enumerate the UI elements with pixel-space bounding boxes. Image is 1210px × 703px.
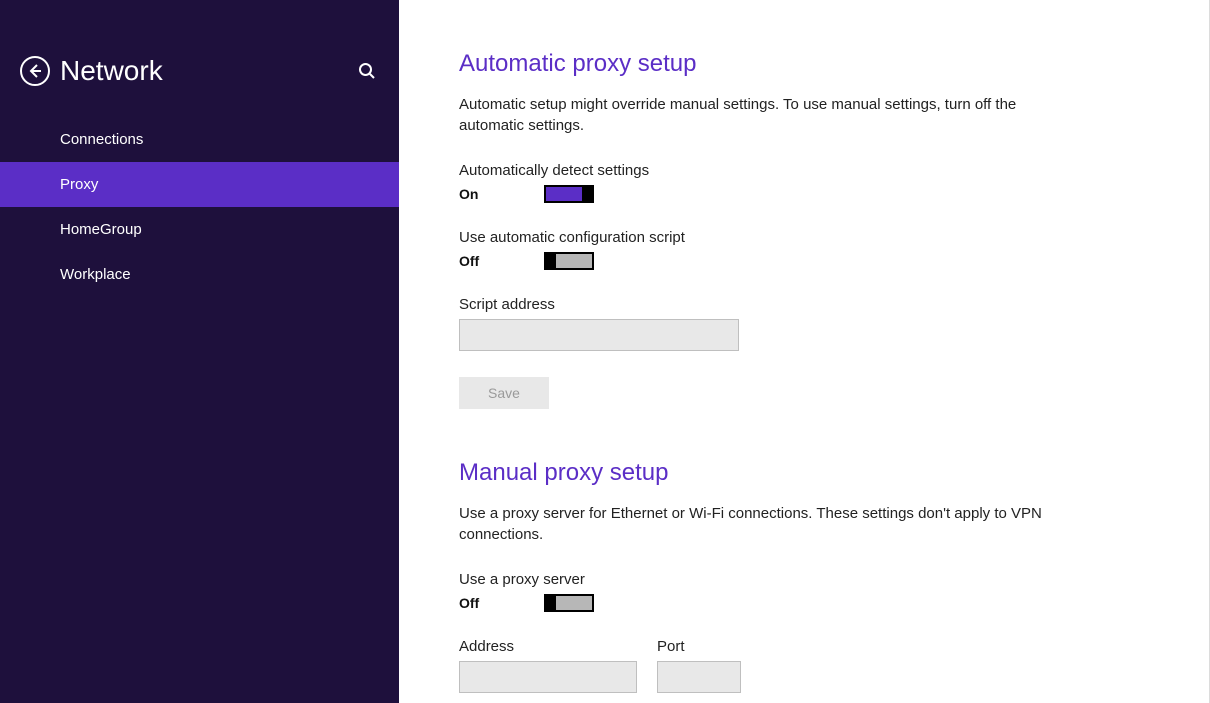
content-area: Automatic proxy setup Automatic setup mi… xyxy=(399,0,1210,703)
back-button[interactable] xyxy=(20,56,50,86)
section-title-automatic: Automatic proxy setup xyxy=(459,50,1149,78)
save-row: Save xyxy=(459,377,1149,409)
search-button[interactable] xyxy=(355,59,379,83)
toggle-knob xyxy=(544,594,556,612)
sidebar-item-workplace[interactable]: Workplace xyxy=(0,252,399,297)
sidebar-item-connections[interactable]: Connections xyxy=(0,117,399,162)
toggle-state-auto-script: Off xyxy=(459,253,544,269)
toggle-row-use-proxy: Off xyxy=(459,594,1149,612)
toggle-knob xyxy=(544,252,556,270)
toggle-use-proxy[interactable] xyxy=(544,594,594,612)
label-script-address: Script address xyxy=(459,296,1149,313)
label-address: Address xyxy=(459,638,637,655)
sidebar-item-homegroup[interactable]: HomeGroup xyxy=(0,207,399,252)
label-use-proxy: Use a proxy server xyxy=(459,571,1149,588)
label-auto-detect: Automatically detect settings xyxy=(459,162,1149,179)
sidebar-item-proxy[interactable]: Proxy xyxy=(0,162,399,207)
arrow-left-icon xyxy=(27,63,43,79)
field-port: Port xyxy=(657,638,741,693)
toggle-row-auto-detect: On xyxy=(459,185,1149,203)
toggle-auto-script[interactable] xyxy=(544,252,594,270)
toggle-auto-detect[interactable] xyxy=(544,185,594,203)
toggle-state-auto-detect: On xyxy=(459,186,544,202)
port-input[interactable] xyxy=(657,661,741,693)
field-use-proxy: Use a proxy server Off xyxy=(459,571,1149,612)
script-address-input[interactable] xyxy=(459,319,739,351)
section-desc-automatic: Automatic setup might override manual se… xyxy=(459,94,1069,136)
address-port-row: Address Port xyxy=(459,638,1149,693)
address-input[interactable] xyxy=(459,661,637,693)
label-port: Port xyxy=(657,638,741,655)
section-title-manual: Manual proxy setup xyxy=(459,459,1149,487)
field-script-address: Script address xyxy=(459,296,1149,351)
sidebar: Network Connections Proxy HomeGroup Work… xyxy=(0,0,399,703)
field-auto-detect: Automatically detect settings On xyxy=(459,162,1149,203)
section-desc-manual: Use a proxy server for Ethernet or Wi-Fi… xyxy=(459,503,1069,545)
page-title: Network xyxy=(60,55,355,87)
field-address: Address xyxy=(459,638,637,693)
sidebar-header: Network xyxy=(0,55,399,117)
toggle-knob xyxy=(582,185,594,203)
toggle-state-use-proxy: Off xyxy=(459,595,544,611)
toggle-row-auto-script: Off xyxy=(459,252,1149,270)
save-button[interactable]: Save xyxy=(459,377,549,409)
field-auto-script: Use automatic configuration script Off xyxy=(459,229,1149,270)
search-icon xyxy=(358,62,376,80)
label-auto-script: Use automatic configuration script xyxy=(459,229,1149,246)
